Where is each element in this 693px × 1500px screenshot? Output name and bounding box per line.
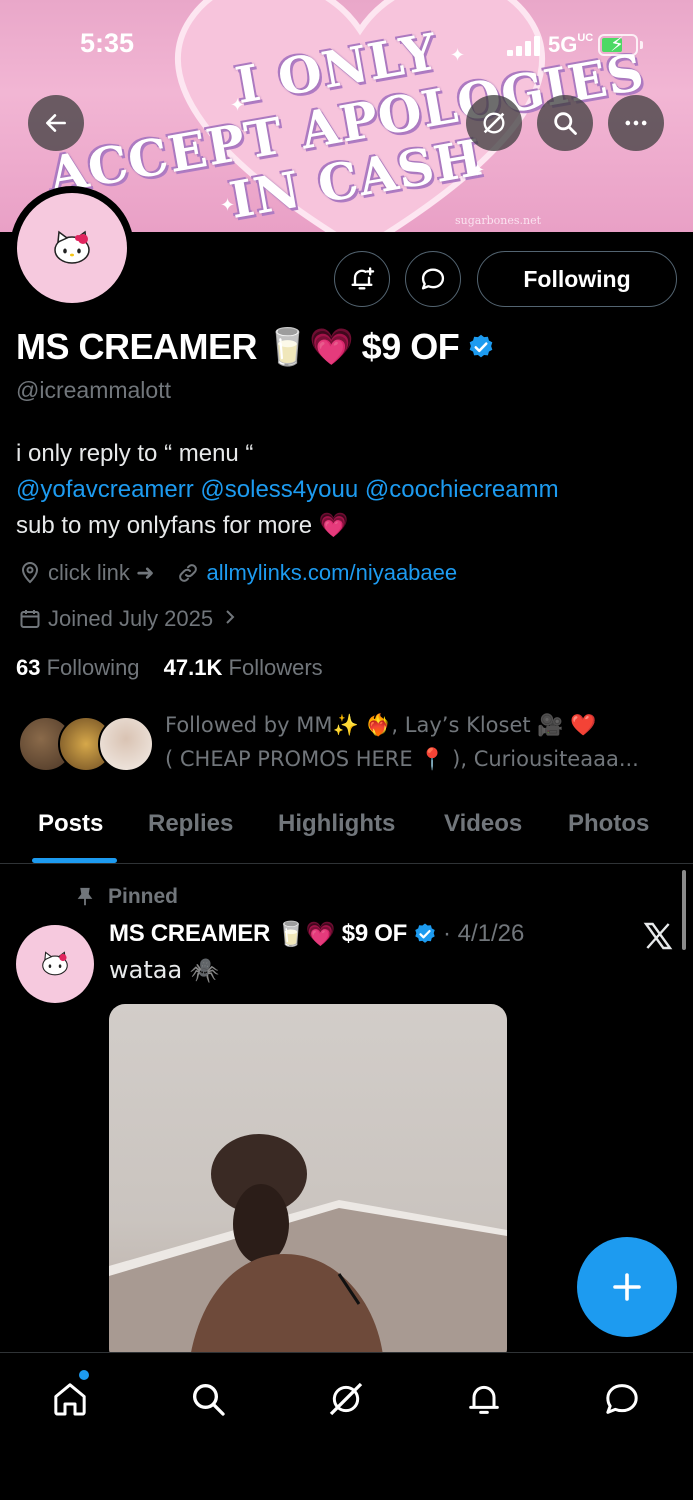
nav-search[interactable] [184, 1375, 232, 1423]
sparkle-icon: ✦ [230, 95, 246, 115]
follow-counts: 63 Following 47.1K Followers [16, 655, 323, 681]
message-button[interactable] [405, 251, 461, 307]
post-media[interactable] [109, 1004, 507, 1364]
tab-replies[interactable]: Replies [148, 810, 233, 838]
verified-badge-icon [415, 923, 435, 943]
pinned-label: Pinned [74, 885, 178, 909]
tab-photos[interactable]: Photos [568, 810, 649, 838]
post-video-thumbnail [109, 1134, 507, 1364]
post-author-suffix: $9 OF [341, 920, 408, 947]
notification-dot [79, 1370, 89, 1380]
home-icon [54, 1383, 86, 1416]
nav-messages[interactable] [598, 1375, 646, 1423]
followed-by-avatars[interactable] [18, 716, 154, 774]
battery-nub [640, 41, 643, 49]
search-icon [193, 1384, 225, 1416]
calendar-icon [16, 605, 44, 633]
active-tab-indicator [32, 858, 117, 863]
banner-watermark: sugarbones.net [455, 214, 542, 227]
post-avatar[interactable] [16, 925, 94, 1003]
battery-icon: ⚡ [598, 34, 638, 56]
sparkle-icon: ✦ [220, 195, 236, 215]
signal-icon [507, 36, 543, 56]
more-icon [625, 120, 647, 126]
tab-videos[interactable]: Videos [444, 810, 522, 838]
chevron-right-icon [223, 606, 237, 632]
grok-button[interactable] [466, 95, 522, 151]
tab-posts[interactable]: Posts [38, 810, 103, 838]
clock: 5:35 [80, 28, 135, 58]
bio-line: i only reply to “ menu “ [16, 440, 254, 467]
location-icon [16, 559, 44, 587]
profile-bio: i only reply to “ menu “ @yofavcreamerr … [16, 436, 559, 544]
status-bar: 5:35 5GUC ⚡ [0, 0, 693, 92]
followers-count-link[interactable]: 47.1K Followers [164, 655, 323, 680]
pin-icon [77, 887, 93, 906]
arrow-left-icon [46, 114, 66, 132]
hello-kitty-icon [42, 951, 68, 976]
nav-notifications[interactable] [460, 1375, 508, 1423]
profile-tabs: Posts Replies Highlights Videos Photos [0, 800, 693, 864]
tab-highlights[interactable]: Highlights [278, 810, 395, 838]
message-icon [421, 268, 445, 290]
bell-plus-icon [351, 267, 375, 290]
post-date: · 4/1/26 [442, 920, 525, 947]
network-type: 5GUC [548, 32, 594, 57]
website-link[interactable]: allmylinks.com/niyaabaee [206, 560, 457, 586]
joined-row[interactable]: Joined July 2025 [16, 605, 237, 633]
hello-kitty-icon [54, 230, 90, 264]
profile-meta: click link ➜ allmylinks.com/niyaabaee [16, 559, 457, 587]
avatar [98, 716, 154, 772]
followed-by-text[interactable]: Followed by MM✨ ❤️‍🔥, Lay’s Kloset 🎥 ❤️ … [165, 708, 675, 776]
back-button[interactable] [28, 95, 84, 151]
profile-name: MS CREAMER 🥛💗 $9 OF [16, 326, 495, 368]
search-button[interactable] [537, 95, 593, 151]
post-author-emojis: 🥛💗 [276, 920, 336, 948]
sparkle-icon: ✦ [470, 160, 486, 180]
bell-icon [469, 1385, 499, 1414]
location-text: click link ➜ [48, 560, 155, 585]
link-icon [174, 559, 202, 587]
following-button[interactable]: Following [477, 251, 677, 307]
nav-home[interactable] [46, 1375, 94, 1423]
verified-badge-icon [469, 334, 493, 358]
post-x-logo [642, 920, 674, 957]
more-button[interactable] [608, 95, 664, 151]
profile-avatar[interactable] [10, 186, 134, 310]
display-name: MS CREAMER [16, 326, 258, 367]
name-emojis: 🥛💗 [265, 327, 354, 368]
post-header: MS CREAMER 🥛💗 $9 OF · 4/1/26 [109, 920, 524, 948]
bio-line: sub to my onlyfans for more 💗 [16, 512, 349, 539]
scrollbar[interactable] [682, 870, 686, 950]
chat-icon [606, 1384, 638, 1414]
bottom-navigation [0, 1352, 693, 1500]
profile-handle: @icreammalott [16, 377, 171, 403]
compose-button[interactable] [577, 1237, 677, 1337]
plus-icon [613, 1273, 641, 1301]
grok-icon [483, 112, 505, 134]
following-count-link[interactable]: 63 Following [16, 655, 140, 680]
notify-button[interactable] [334, 251, 390, 307]
bio-mentions[interactable]: @yofavcreamerr @soless4youu @coochiecrea… [16, 472, 559, 508]
post-text: wataa 🕷️ [109, 956, 220, 984]
name-suffix: $9 OF [361, 326, 460, 367]
post-author-name[interactable]: MS CREAMER [109, 920, 270, 948]
grok-icon [329, 1382, 363, 1416]
search-icon [554, 112, 577, 135]
joined-text: Joined July 2025 [48, 606, 214, 631]
nav-grok[interactable] [322, 1375, 370, 1423]
x-logo-icon [643, 922, 673, 950]
